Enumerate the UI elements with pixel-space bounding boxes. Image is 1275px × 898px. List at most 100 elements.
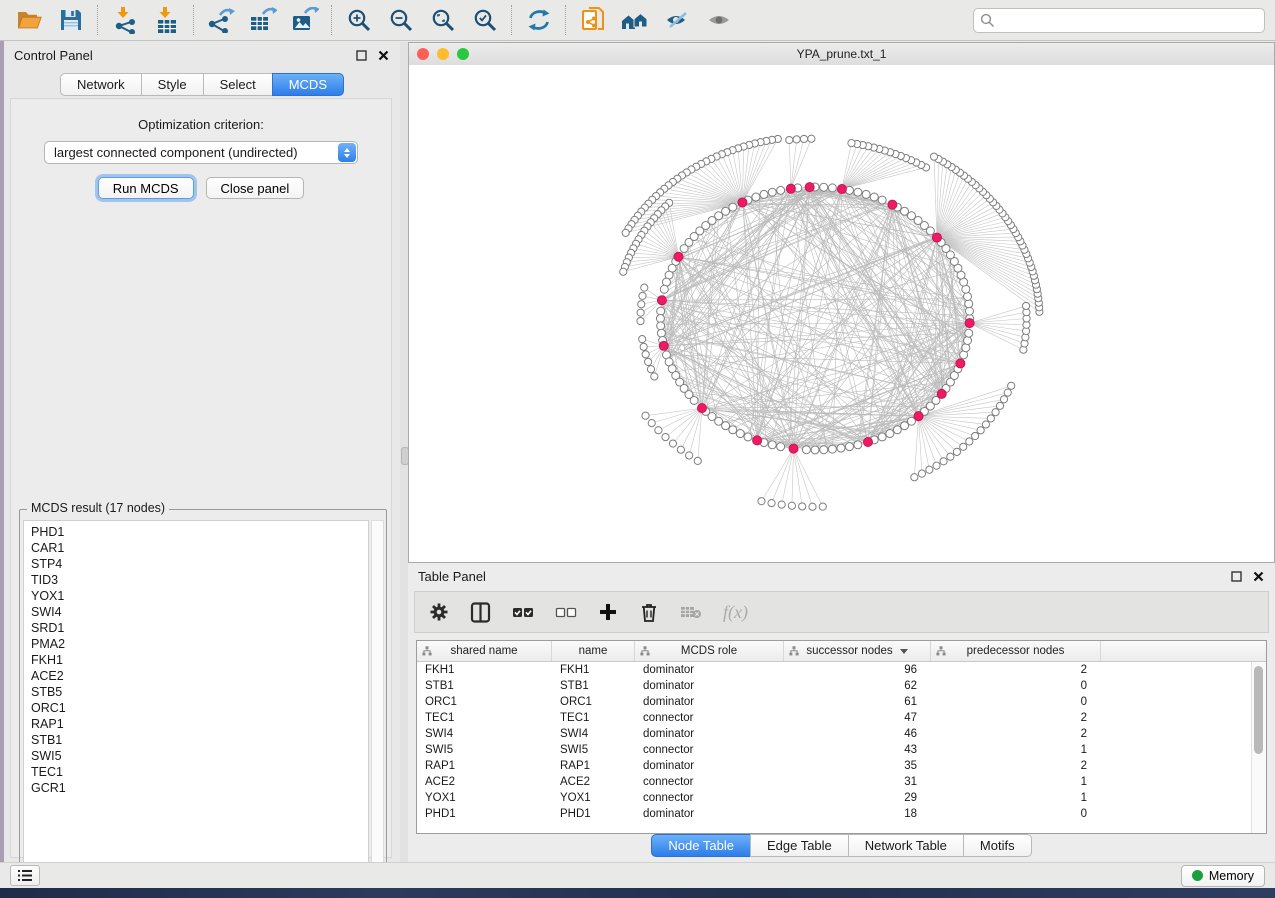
table-panel: Table Panel: [408, 563, 1275, 862]
table-scrollbar[interactable]: [1251, 662, 1266, 833]
table-cell: 61: [784, 696, 931, 708]
mcds-panel: Optimization criterion: largest connecte…: [10, 98, 392, 858]
zoom-selected-icon: [473, 8, 498, 33]
close-panel-button[interactable]: Close panel: [206, 177, 305, 199]
column-header-shared-name[interactable]: shared name: [417, 641, 552, 661]
mcds-result-item[interactable]: YOX1: [31, 588, 368, 604]
tab-mcds[interactable]: MCDS: [272, 73, 344, 96]
table-row[interactable]: SWI5SWI5connector431: [417, 742, 1266, 758]
mcds-result-item[interactable]: RAP1: [31, 716, 368, 732]
tab-edge-table[interactable]: Edge Table: [750, 834, 849, 857]
open-session-button[interactable]: [8, 3, 50, 37]
mcds-result-item[interactable]: STP4: [31, 556, 368, 572]
mcds-result-item[interactable]: FKH1: [31, 652, 368, 668]
control-panel-title: Control Panel: [14, 48, 93, 63]
mcds-result-item[interactable]: SWI4: [31, 604, 368, 620]
close-icon[interactable]: [376, 48, 390, 62]
table-cell: RAP1: [552, 760, 635, 772]
table-row[interactable]: YOX1YOX1connector291: [417, 790, 1266, 806]
table-scrollbar-thumb[interactable]: [1254, 666, 1263, 754]
mcds-result-list[interactable]: PHD1CAR1STP4TID3YOX1SWI4SRD1PMA2FKH1ACE2…: [23, 520, 369, 879]
criterion-select[interactable]: largest connected component (undirected): [44, 141, 358, 164]
show-all-button[interactable]: [698, 3, 740, 37]
mcds-result-group: MCDS result (17 nodes) PHD1CAR1STP4TID3Y…: [19, 509, 387, 883]
table-row[interactable]: TEC1TEC1connector472: [417, 710, 1266, 726]
mcds-result-item[interactable]: GCR1: [31, 780, 368, 796]
panel-list-button[interactable]: [10, 865, 40, 886]
search-input[interactable]: [1000, 12, 1258, 28]
hide-selected-button[interactable]: [656, 3, 698, 37]
tab-select[interactable]: Select: [203, 73, 273, 96]
column-header-label: name: [579, 645, 608, 657]
mcds-result-item[interactable]: PMA2: [31, 636, 368, 652]
column-header-filler: [1101, 641, 1266, 661]
mcds-result-item[interactable]: ACE2: [31, 668, 368, 684]
table-cell: PHD1: [552, 808, 635, 820]
float-window-icon[interactable]: [354, 48, 368, 62]
search-box[interactable]: [973, 8, 1265, 33]
column-header-predecessor-nodes[interactable]: predecessor nodes: [931, 641, 1101, 661]
table-row[interactable]: ORC1ORC1dominator610: [417, 694, 1266, 710]
table-row[interactable]: FKH1FKH1dominator962: [417, 662, 1266, 678]
column-header-label: MCDS role: [681, 645, 737, 657]
mcds-result-item[interactable]: ORC1: [31, 700, 368, 716]
memory-button[interactable]: Memory: [1181, 865, 1265, 887]
table-row[interactable]: ACE2ACE2connector311: [417, 774, 1266, 790]
float-window-icon[interactable]: [1229, 569, 1243, 583]
column-header-name[interactable]: name: [552, 641, 635, 661]
mcds-result-item[interactable]: TID3: [31, 572, 368, 588]
zoom-selected-button[interactable]: [464, 3, 506, 37]
save-session-button[interactable]: [50, 3, 92, 37]
tab-style[interactable]: Style: [141, 73, 204, 96]
table-row[interactable]: STB1STB1dominator620: [417, 678, 1266, 694]
table-cell: FKH1: [417, 664, 552, 676]
mcds-result-item[interactable]: CAR1: [31, 540, 368, 556]
table-row[interactable]: PHD1PHD1dominator180: [417, 806, 1266, 822]
column-header-successor-nodes[interactable]: successor nodes: [784, 641, 931, 661]
select-all-columns-icon[interactable]: [512, 600, 534, 624]
network-window-titlebar[interactable]: YPA_prune.txt_1: [409, 43, 1274, 66]
export-network-button[interactable]: [200, 3, 242, 37]
mcds-result-item[interactable]: SWI5: [31, 748, 368, 764]
tab-network[interactable]: Network: [60, 73, 142, 96]
run-mcds-button[interactable]: Run MCDS: [98, 177, 194, 199]
delete-column-icon[interactable]: [639, 600, 659, 624]
mcds-result-item[interactable]: STB1: [31, 732, 368, 748]
panel-splitter[interactable]: [400, 42, 408, 862]
table-cell: STB1: [417, 680, 552, 692]
settings-gear-icon[interactable]: [429, 600, 449, 624]
import-table-button[interactable]: [146, 3, 188, 37]
deselect-all-columns-icon[interactable]: [555, 600, 577, 624]
network-graph[interactable]: [409, 65, 1274, 562]
refresh-view-button[interactable]: [518, 3, 560, 37]
split-panel-icon[interactable]: [470, 600, 491, 624]
mcds-result-item[interactable]: STB5: [31, 684, 368, 700]
zoom-fit-button[interactable]: [422, 3, 464, 37]
table-cell: 35: [784, 760, 931, 772]
table-cell: connector: [635, 792, 784, 804]
result-list-scrollbar[interactable]: [371, 520, 384, 879]
mcds-result-item[interactable]: SRD1: [31, 620, 368, 636]
zoom-in-button[interactable]: [338, 3, 380, 37]
table-cell: 1: [931, 792, 1101, 804]
tab-network-table[interactable]: Network Table: [848, 834, 964, 857]
first-neighbors-button[interactable]: [614, 3, 656, 37]
import-network-button[interactable]: [104, 3, 146, 37]
duplicate-network-button[interactable]: [572, 3, 614, 37]
tab-motifs[interactable]: Motifs: [963, 834, 1032, 857]
export-table-button[interactable]: [242, 3, 284, 37]
network-canvas[interactable]: [409, 65, 1274, 562]
zoom-out-button[interactable]: [380, 3, 422, 37]
memory-label: Memory: [1209, 869, 1254, 883]
table-row[interactable]: SWI4SWI4dominator462: [417, 726, 1266, 742]
table-row[interactable]: RAP1RAP1dominator352: [417, 758, 1266, 774]
mcds-result-item[interactable]: PHD1: [31, 524, 368, 540]
mcds-result-item[interactable]: TEC1: [31, 764, 368, 780]
tab-node-table[interactable]: Node Table: [651, 834, 751, 857]
close-icon[interactable]: [1251, 569, 1265, 583]
add-column-icon[interactable]: [598, 600, 618, 624]
export-image-button[interactable]: [284, 3, 326, 37]
table-cell: dominator: [635, 680, 784, 692]
column-header-MCDS-role[interactable]: MCDS role: [635, 641, 784, 661]
table-tabs: Node Table Edge Table Network Table Moti…: [408, 834, 1275, 857]
